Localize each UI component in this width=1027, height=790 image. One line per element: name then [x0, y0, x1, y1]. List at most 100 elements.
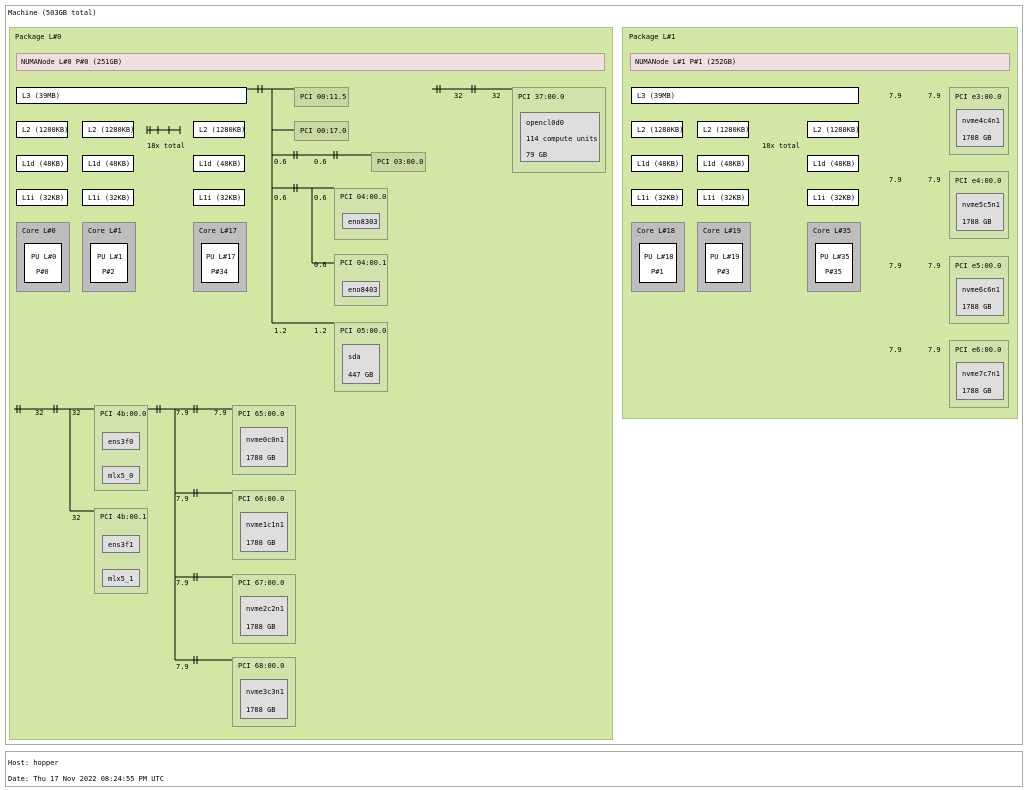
core: Core L#35 PU L#35 P#35: [807, 222, 861, 292]
os-device: nvme0c0n1 1788 GB: [240, 427, 288, 467]
link-bandwidth: 7.9: [889, 92, 902, 100]
cores-total-note: 18x total: [762, 142, 800, 150]
pu: PU L#18 P#1: [639, 243, 677, 283]
link-bandwidth: 7.9: [176, 579, 189, 587]
package-1-label: Package L#1: [629, 33, 676, 41]
os-device-size: 1788 GB: [962, 218, 992, 226]
pci-label: PCI e3:00.0: [955, 93, 1002, 101]
link-bandwidth: 0.6: [274, 158, 287, 166]
numa-node-1: NUMANode L#1 P#1 (252GB): [630, 53, 1010, 71]
l1d-cache: L1d (48KB): [807, 155, 859, 172]
link-bandwidth: 32: [72, 409, 81, 417]
os-device: nvme4c4n1 1788 GB: [956, 109, 1004, 147]
os-device-label: ens3f1: [108, 541, 134, 549]
link-bandwidth: 7.9: [928, 92, 941, 100]
l1i-cache-label: L1i (32KB): [637, 194, 680, 202]
pci-device: PCI e4:00.0 nvme5c5n1 1788 GB: [949, 171, 1009, 239]
link-bandwidth: 7.9: [176, 495, 189, 503]
core: Core L#19 PU L#19 P#3: [697, 222, 751, 292]
os-device-label: eno8403: [348, 286, 378, 294]
pci-label: PCI e6:00.0: [955, 346, 1002, 354]
os-device-size: 79 GB: [526, 151, 548, 159]
pci-label: PCI 00:17.0: [300, 127, 347, 135]
l3-cache-label: L3 (39MB): [22, 92, 60, 100]
pci-label: PCI 00:11.5: [300, 93, 347, 101]
os-device-size: 1788 GB: [962, 387, 992, 395]
link-bandwidth: 32: [492, 92, 501, 100]
os-device-label: ens3f0: [108, 438, 134, 446]
pci-label: PCI 67:00.0: [238, 579, 285, 587]
l2-cache: L2 (1280KB): [807, 121, 859, 138]
l3-cache: L3 (39MB): [16, 87, 247, 104]
l1i-cache: L1i (32KB): [82, 189, 134, 206]
link-bandwidth: 0.6: [314, 158, 327, 166]
l2-cache: L2 (1280KB): [193, 121, 245, 138]
pci-device: PCI e5:00.0 nvme6c6n1 1788 GB: [949, 256, 1009, 324]
link-bandwidth: 7.9: [889, 346, 902, 354]
pci-label: PCI 4b:00.1: [100, 513, 147, 521]
l1d-cache-label: L1d (48KB): [703, 160, 746, 168]
l1i-cache-label: L1i (32KB): [199, 194, 242, 202]
l2-cache: L2 (1280KB): [82, 121, 134, 138]
os-device-label: nvme1c1n1: [246, 521, 284, 529]
core-label: Core L#18: [637, 227, 675, 235]
pci-device: PCI 03:00.0: [371, 152, 426, 172]
os-device: mlx5_1: [102, 569, 140, 587]
link-bandwidth: 1.2: [274, 327, 287, 335]
os-device: nvme1c1n1 1788 GB: [240, 512, 288, 552]
pci-device: PCI 04:00.0 eno8303: [334, 188, 388, 240]
pci-device: PCI 65:00.0 nvme0c0n1 1788 GB: [232, 405, 296, 475]
link-bandwidth: 32: [72, 514, 81, 522]
l2-cache-label: L2 (1280KB): [703, 126, 750, 134]
link-bandwidth: 7.9: [928, 346, 941, 354]
pci-device: PCI 4b:00.0 ens3f0 mlx5_0: [94, 405, 148, 491]
pci-device: PCI 67:00.0 nvme2c2n1 1788 GB: [232, 574, 296, 644]
host-label: Host: hopper: [8, 759, 59, 767]
l2-cache: L2 (1280KB): [16, 121, 68, 138]
l1i-cache-label: L1i (32KB): [703, 194, 746, 202]
l1i-cache: L1i (32KB): [697, 189, 749, 206]
os-device-label: nvme4c4n1: [962, 117, 1000, 125]
l1d-cache: L1d (48KB): [631, 155, 683, 172]
os-device: nvme6c6n1 1788 GB: [956, 278, 1004, 316]
l3-cache-label: L3 (39MB): [637, 92, 675, 100]
os-device-size: 1788 GB: [246, 706, 276, 714]
core-label: Core L#17: [199, 227, 237, 235]
l1d-cache: L1d (48KB): [82, 155, 134, 172]
os-device: nvme3c3n1 1788 GB: [240, 679, 288, 719]
link-bandwidth: 1.2: [314, 327, 327, 335]
pci-label: PCI 04:00.0: [340, 193, 387, 201]
pu-label: PU L#19: [710, 253, 740, 261]
link-bandwidth: 32: [454, 92, 463, 100]
l2-cache-label: L2 (1280KB): [88, 126, 135, 134]
l1d-cache-label: L1d (48KB): [22, 160, 65, 168]
pci-device: PCI 00:11.5: [294, 87, 349, 107]
pci-device: PCI 4b:00.1 ens3f1 mlx5_1: [94, 508, 148, 594]
pu: PU L#1 P#2: [90, 243, 128, 283]
pci-device: PCI 04:00.1 eno8403: [334, 254, 388, 306]
pci-label: PCI 05:00.0: [340, 327, 387, 335]
os-device-label: nvme0c0n1: [246, 436, 284, 444]
link-bandwidth: 0.6: [274, 194, 287, 202]
pci-device: PCI 05:00.0 sda 447 GB: [334, 322, 388, 392]
l1d-cache: L1d (48KB): [193, 155, 245, 172]
os-device-label: nvme7c7n1: [962, 370, 1000, 378]
os-device: mlx5_0: [102, 466, 140, 484]
l1i-cache-label: L1i (32KB): [813, 194, 856, 202]
core: Core L#17 PU L#17 P#34: [193, 222, 247, 292]
os-device-size: 1788 GB: [962, 134, 992, 142]
os-device: nvme5c5n1 1788 GB: [956, 193, 1004, 231]
l1d-cache-label: L1d (48KB): [199, 160, 242, 168]
pu-label: PU L#18: [644, 253, 674, 261]
l1i-cache: L1i (32KB): [16, 189, 68, 206]
pu-label: PU L#35: [820, 253, 850, 261]
os-device: eno8403: [342, 281, 380, 297]
pu-physical-id: P#2: [102, 268, 115, 276]
os-device: ens3f0: [102, 432, 140, 450]
pci-device: PCI 68:00.0 nvme3c3n1 1788 GB: [232, 657, 296, 727]
l1d-cache-label: L1d (48KB): [813, 160, 856, 168]
l2-cache-label: L2 (1280KB): [199, 126, 246, 134]
cores-total-note: 18x total: [147, 142, 185, 150]
core: Core L#1 PU L#1 P#2: [82, 222, 136, 292]
numa-node-1-label: NUMANode L#1 P#1 (252GB): [635, 58, 737, 66]
